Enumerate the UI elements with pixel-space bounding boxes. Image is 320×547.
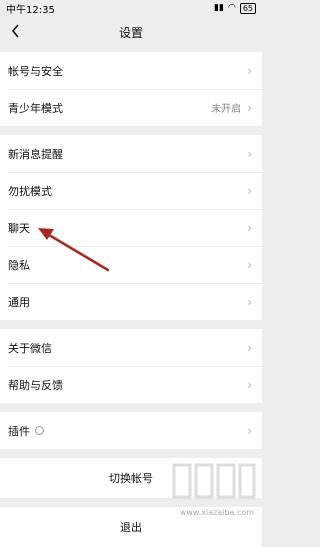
- page-title: 设置: [118, 26, 143, 40]
- row-label: 勿扰模式: [8, 184, 52, 198]
- row-chat[interactable]: 聊天 ›: [0, 209, 262, 246]
- settings-group-plugins: 插件 ›: [0, 412, 262, 449]
- chevron-right-icon: ›: [247, 63, 252, 78]
- row-general[interactable]: 通用 ›: [0, 283, 262, 320]
- watermark-url: www.xiazaiba.com: [179, 508, 254, 517]
- row-help-feedback[interactable]: 帮助与反馈 ›: [0, 366, 262, 403]
- status-icons: ▮▮ ◠ 65: [214, 2, 256, 14]
- row-teen-mode[interactable]: 青少年模式 未开启 ›: [0, 89, 262, 126]
- chevron-left-icon: [11, 24, 19, 38]
- plugins-label: 插件: [8, 424, 30, 438]
- row-label: 隐私: [8, 258, 30, 272]
- chevron-right-icon: ›: [247, 340, 252, 355]
- chevron-right-icon: ›: [247, 100, 252, 115]
- row-value: 未开启: [211, 104, 242, 115]
- nav-header: 设置: [0, 16, 262, 46]
- row-label: 新消息提醒: [8, 147, 63, 161]
- chevron-right-icon: ›: [247, 146, 252, 161]
- battery-icon: 65: [239, 2, 256, 14]
- chevron-right-icon: ›: [247, 423, 252, 438]
- wifi-icon: ◠: [227, 3, 236, 13]
- status-bar: 中午12:35 ▮▮ ◠ 65: [0, 0, 262, 16]
- logout-label: 退出: [120, 521, 142, 534]
- status-time: 中午12:35: [6, 4, 55, 16]
- signal-icon: ▮▮: [214, 3, 224, 13]
- row-label: 帮助与反馈: [8, 378, 63, 392]
- chevron-right-icon: ›: [247, 294, 252, 309]
- row-label: 帐号与安全: [8, 64, 63, 78]
- battery-level: 65: [242, 3, 253, 13]
- row-label: 聊天: [8, 221, 30, 235]
- settings-group-account: 帐号与安全 › 青少年模式 未开启 ›: [0, 52, 262, 126]
- row-plugins[interactable]: 插件 ›: [0, 412, 262, 449]
- row-label: 青少年模式: [8, 101, 63, 115]
- row-label: 关于微信: [8, 341, 52, 355]
- row-do-not-disturb[interactable]: 勿扰模式 ›: [0, 172, 262, 209]
- watermark-logo-icon: [172, 463, 256, 499]
- row-privacy[interactable]: 隐私 ›: [0, 246, 262, 283]
- row-notifications[interactable]: 新消息提醒 ›: [0, 135, 262, 172]
- chevron-right-icon: ›: [247, 220, 252, 235]
- chevron-right-icon: ›: [247, 257, 252, 272]
- row-about-wechat[interactable]: 关于微信 ›: [0, 329, 262, 366]
- row-label: 通用: [8, 295, 30, 309]
- row-account-security[interactable]: 帐号与安全 ›: [0, 52, 262, 89]
- chevron-right-icon: ›: [247, 183, 252, 198]
- plugin-indicator-icon: [35, 426, 44, 435]
- switch-account-label: 切换帐号: [109, 472, 153, 485]
- settings-group-general: 新消息提醒 › 勿扰模式 › 聊天 › 隐私 › 通用 ›: [0, 135, 262, 320]
- chevron-right-icon: ›: [247, 377, 252, 392]
- row-label: 插件: [8, 423, 247, 439]
- settings-group-about: 关于微信 › 帮助与反馈 ›: [0, 329, 262, 403]
- back-button[interactable]: [6, 21, 24, 41]
